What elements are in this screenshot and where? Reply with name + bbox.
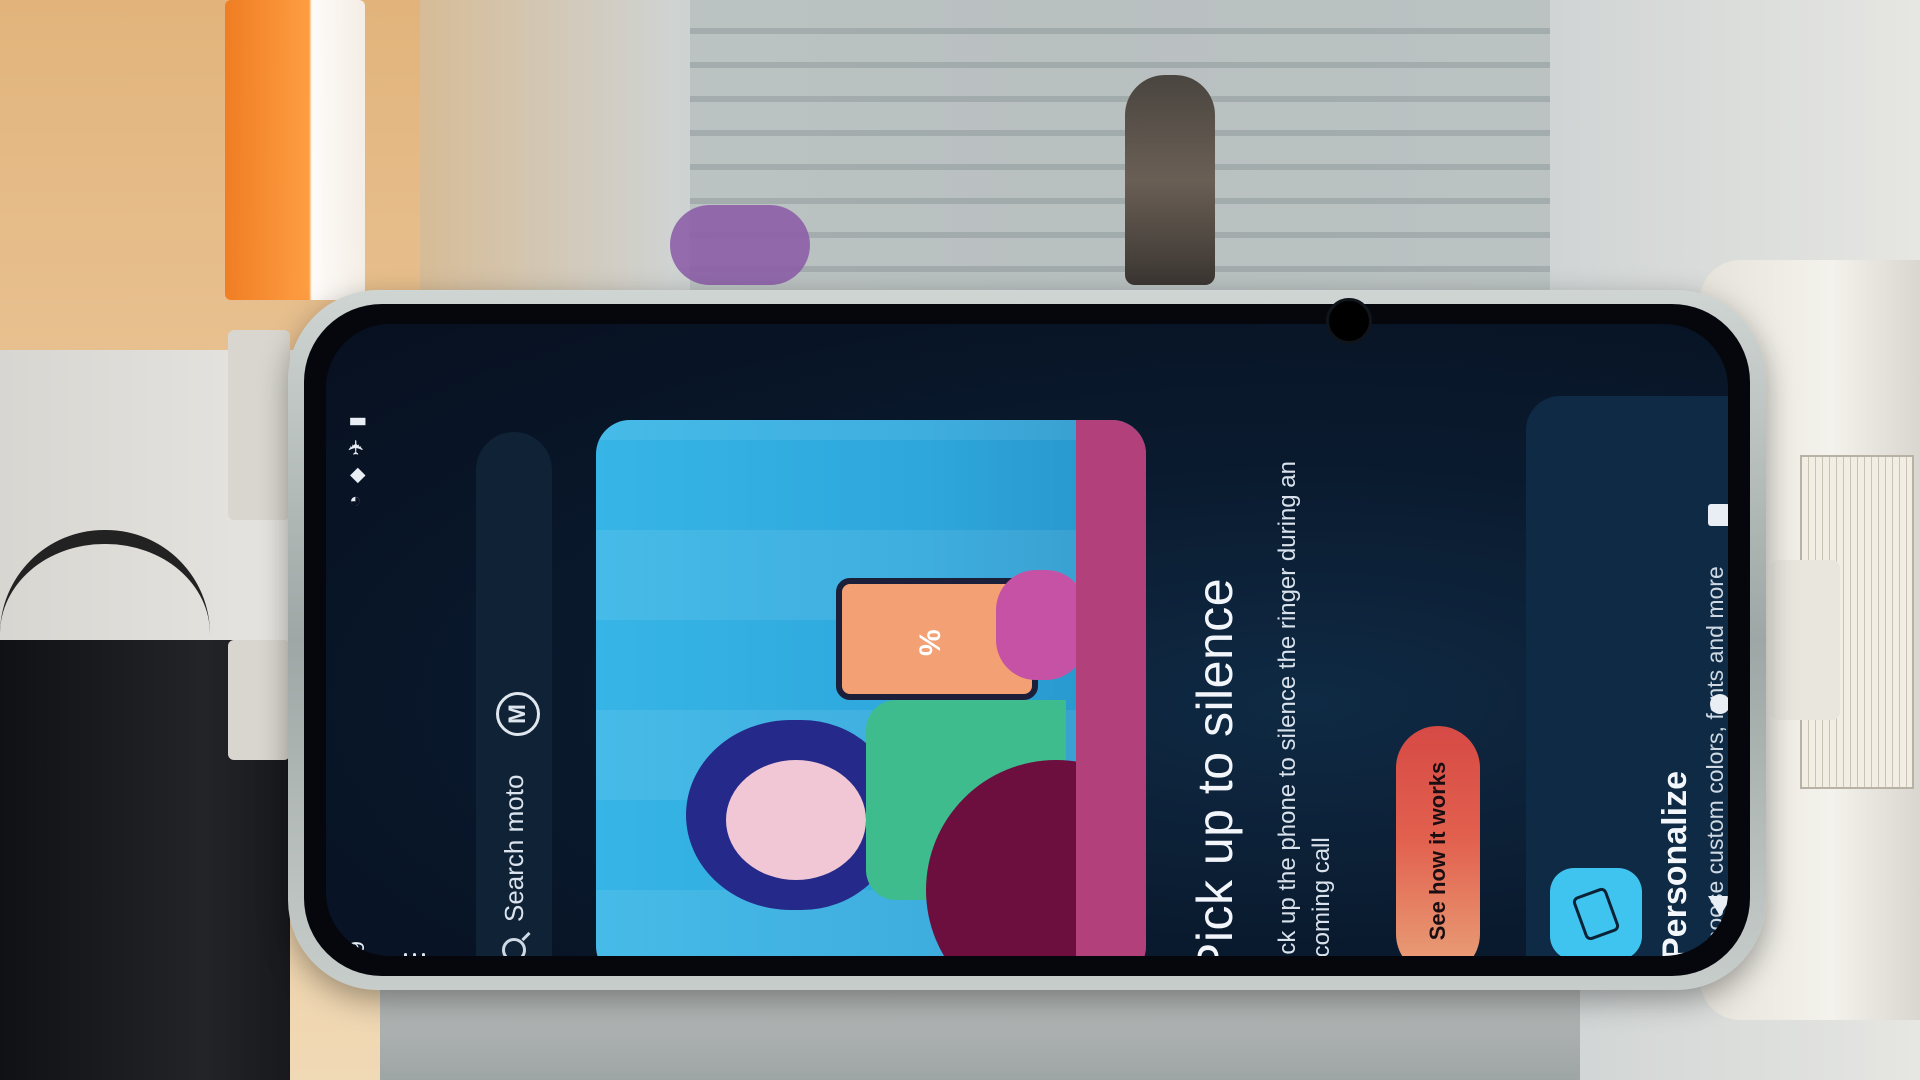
background-purple-object [670, 205, 810, 285]
home-icon[interactable] [1710, 694, 1728, 714]
front-camera [1326, 298, 1372, 344]
feature-title: Pick up to silence [1187, 577, 1243, 956]
recents-icon[interactable] [1708, 504, 1728, 526]
motorola-logo-icon: M [496, 692, 540, 736]
alarm-icon: ◔ [344, 495, 366, 508]
phone-holder-clip [228, 330, 290, 520]
status-icons: ◔ ◆ ✈ ▮ [344, 416, 369, 507]
phone-holder-clip [228, 640, 290, 760]
navigation-bar [1696, 386, 1728, 956]
feature-illustration [596, 420, 1146, 956]
background-orange-bag [225, 0, 365, 300]
hamburger-menu-icon[interactable] [396, 944, 432, 956]
phone-holder-clip [1770, 560, 1840, 720]
phone-screen: 4:09 ◔ ◆ ✈ ▮ Search moto M [326, 324, 1728, 956]
battery-icon: ▮ [346, 416, 368, 428]
background-shelf [690, 0, 1550, 300]
airplane-icon: ✈ [346, 439, 368, 456]
card-title: Personalize [1656, 771, 1694, 956]
phone-device: 4:09 ◔ ◆ ✈ ▮ Search moto M [288, 290, 1766, 990]
phone-bezel: 4:09 ◔ ◆ ✈ ▮ Search moto M [304, 304, 1750, 976]
background-figure [1125, 75, 1215, 285]
search-icon [502, 938, 526, 956]
back-icon[interactable] [1708, 896, 1728, 916]
feature-description: Pick up the phone to silence the ringer … [1274, 460, 1335, 956]
status-bar: 4:09 ◔ ◆ ✈ ▮ [326, 386, 386, 956]
rotated-app-content: 4:09 ◔ ◆ ✈ ▮ Search moto M [326, 386, 1728, 956]
status-time: 4:09 [344, 941, 370, 956]
see-how-it-works-button[interactable]: See how it works [1396, 726, 1480, 956]
wifi-icon: ◆ [346, 467, 368, 484]
personalize-icon [1550, 868, 1642, 956]
search-placeholder: Search moto [498, 774, 529, 922]
